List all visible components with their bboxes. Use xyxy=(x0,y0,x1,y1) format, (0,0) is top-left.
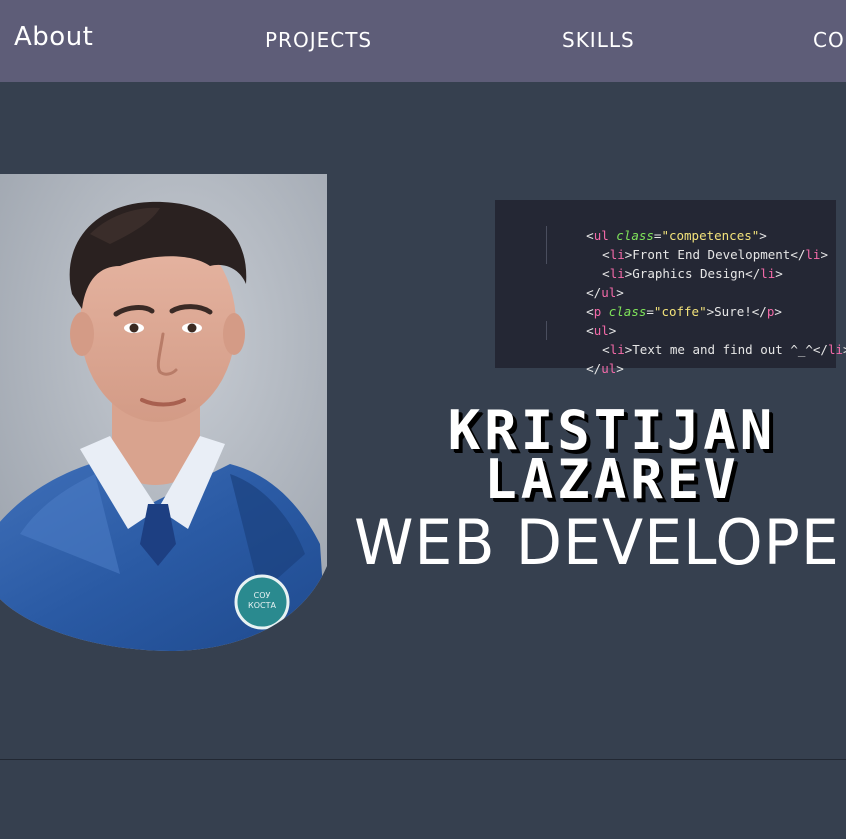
code-line: <li>Front End Development</li> xyxy=(495,226,836,262)
svg-text:КОСТА: КОСТА xyxy=(248,601,276,610)
nav-link-skills[interactable]: SKILLS xyxy=(562,28,635,52)
code-line: <ul class="competences"> xyxy=(586,228,767,243)
hero-role-title: WEB DEVELOPE xyxy=(354,506,840,579)
code-line: </ul> xyxy=(586,361,624,376)
hero-last-name: LAZAREV xyxy=(484,448,740,511)
svg-text:СОУ: СОУ xyxy=(254,591,271,600)
page: About PROJECTS SKILLS CO СОУ КОСТА <ul c… xyxy=(0,0,846,839)
profile-photo: СОУ КОСТА xyxy=(0,174,327,651)
nav-link-about[interactable]: About xyxy=(14,22,93,52)
code-snippet-card: <ul class="competences"> <li>Front End D… xyxy=(495,200,846,376)
code-line: <ul> xyxy=(586,323,617,338)
top-navigation: About PROJECTS SKILLS CO xyxy=(0,0,846,82)
nav-link-projects[interactable]: PROJECTS xyxy=(265,28,372,52)
code-line: <p class="coffe">Sure!</p> xyxy=(586,304,782,319)
code-line: <li>Graphics Design</li> xyxy=(495,245,836,281)
code-line: </ul> xyxy=(586,285,624,300)
code-line: <li>Text me and find out ^_^</li> xyxy=(495,321,846,357)
section-divider xyxy=(0,759,846,760)
nav-link-contact[interactable]: CO xyxy=(813,28,845,52)
